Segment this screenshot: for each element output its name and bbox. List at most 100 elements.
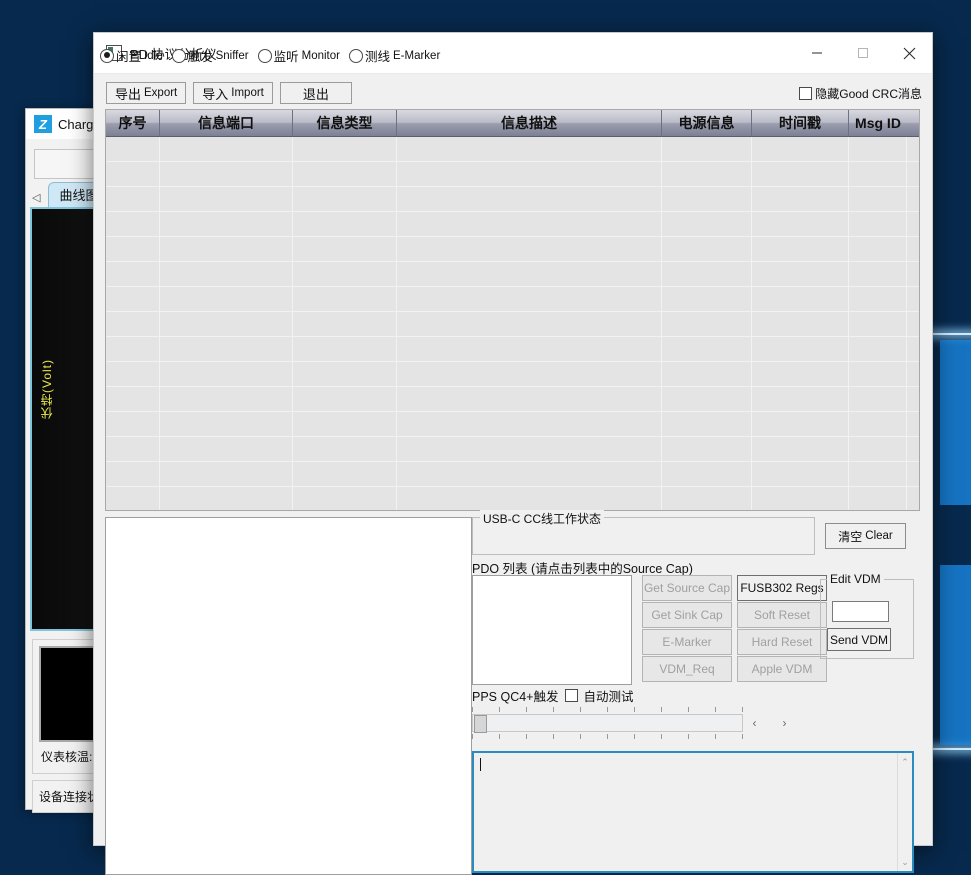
hide-good-crc-checkbox[interactable]: 隐藏Good CRC消息 xyxy=(799,85,922,102)
table-row[interactable] xyxy=(106,212,919,237)
import-button-label-cn: 导入 xyxy=(202,84,228,103)
table-cell-port xyxy=(160,412,293,436)
background-app-title: Charg xyxy=(58,117,93,132)
radio-icon[interactable] xyxy=(100,49,114,63)
table-cell-type xyxy=(293,187,397,211)
table-row[interactable] xyxy=(106,437,919,462)
clear-button-label-en: Clear xyxy=(865,530,892,542)
table-cell-type xyxy=(293,237,397,261)
text-cursor xyxy=(480,758,481,771)
table-cell-desc xyxy=(397,362,662,386)
table-cell-port xyxy=(160,337,293,361)
table-row[interactable] xyxy=(106,237,919,262)
import-button[interactable]: 导入 Import xyxy=(193,82,273,104)
import-button-label-en: Import xyxy=(231,87,264,99)
log-textarea[interactable]: ⌃ ⌄ xyxy=(472,751,914,873)
column-header-seq[interactable]: 序号 xyxy=(106,110,160,136)
cc-option-sniffer[interactable]: 触发Sniffer xyxy=(172,46,249,65)
checkbox-icon[interactable] xyxy=(799,87,812,100)
table-cell-seq xyxy=(106,362,160,386)
table-row[interactable] xyxy=(106,337,919,362)
table-row[interactable] xyxy=(106,312,919,337)
table-cell-pwr xyxy=(662,362,752,386)
cc-option-idle[interactable]: 闲置Idle xyxy=(100,46,163,65)
table-cell-seq xyxy=(106,487,160,511)
table-cell-seq xyxy=(106,237,160,261)
slider-next-button[interactable]: › xyxy=(776,714,793,732)
scroll-up-icon[interactable]: ⌃ xyxy=(898,755,912,769)
exit-button[interactable]: 退出 xyxy=(280,82,352,104)
fusb302-regs-button[interactable]: FUSB302 Regs xyxy=(737,575,827,601)
table-cell-msg xyxy=(849,162,907,186)
table-row[interactable] xyxy=(106,162,919,187)
auto-test-checkbox-icon[interactable] xyxy=(565,689,578,702)
radio-icon[interactable] xyxy=(349,49,363,63)
table-row[interactable] xyxy=(106,287,919,312)
column-header-port[interactable]: 信息端口 xyxy=(160,110,293,136)
pps-voltage-slider[interactable] xyxy=(472,707,743,739)
scroll-down-icon[interactable]: ⌄ xyxy=(898,855,912,869)
table-cell-msg xyxy=(849,287,907,311)
column-header-msg[interactable]: Msg ID xyxy=(849,110,907,136)
slider-tick xyxy=(526,734,527,739)
table-cell-time xyxy=(752,412,849,436)
slider-prev-button[interactable]: ‹ xyxy=(746,714,763,732)
log-scrollbar[interactable]: ⌃ ⌄ xyxy=(897,753,912,871)
column-header-time[interactable]: 时间戳 xyxy=(752,110,849,136)
clear-button[interactable]: 清空 Clear xyxy=(825,523,906,549)
radio-icon[interactable] xyxy=(172,49,186,63)
window-controls xyxy=(794,33,932,73)
table-cell-port xyxy=(160,312,293,336)
slider-tick xyxy=(715,707,716,712)
pd-analyzer-window[interactable]: PD 协议分析仪 导出 Export 导入 Import 退出 隐藏Go xyxy=(93,32,933,846)
table-cell-type xyxy=(293,287,397,311)
message-table[interactable]: 序号信息端口信息类型信息描述电源信息时间戳Msg ID xyxy=(105,109,920,511)
table-cell-msg xyxy=(849,137,907,161)
table-row[interactable] xyxy=(106,487,919,511)
table-row[interactable] xyxy=(106,412,919,437)
table-row[interactable] xyxy=(106,362,919,387)
table-cell-pwr xyxy=(662,387,752,411)
slider-tick xyxy=(661,734,662,739)
pdo-list[interactable] xyxy=(472,575,632,685)
tab-scroll-left-icon[interactable]: ◁ xyxy=(30,191,44,207)
slider-track[interactable] xyxy=(472,714,743,732)
table-body[interactable] xyxy=(106,137,919,511)
table-cell-time xyxy=(752,462,849,486)
close-button[interactable] xyxy=(886,33,932,73)
column-header-desc[interactable]: 信息描述 xyxy=(397,110,662,136)
minimize-button[interactable] xyxy=(794,33,840,73)
cc-status-radio-group[interactable]: 闲置Idle 触发Sniffer 监听Monitor 测线E-Marker xyxy=(100,46,440,65)
radio-icon[interactable] xyxy=(258,49,272,63)
table-cell-pwr xyxy=(662,312,752,336)
cc-option-label-en: Idle xyxy=(144,50,163,62)
send-vdm-button[interactable]: Send VDM xyxy=(827,628,891,651)
table-row[interactable] xyxy=(106,387,919,412)
slider-ticks-bottom xyxy=(472,734,743,739)
table-cell-desc xyxy=(397,487,662,511)
slider-tick xyxy=(607,707,608,712)
table-cell-seq xyxy=(106,212,160,236)
table-cell-pwr xyxy=(662,237,752,261)
slider-tick xyxy=(607,734,608,739)
column-header-type[interactable]: 信息类型 xyxy=(293,110,397,136)
maximize-button[interactable] xyxy=(840,33,886,73)
table-cell-seq xyxy=(106,262,160,286)
table-cell-time xyxy=(752,312,849,336)
slider-thumb[interactable] xyxy=(474,715,487,733)
table-row[interactable] xyxy=(106,137,919,162)
table-row[interactable] xyxy=(106,187,919,212)
cc-option-e-marker[interactable]: 测线E-Marker xyxy=(349,46,440,65)
cc-option-monitor[interactable]: 监听Monitor xyxy=(258,46,340,65)
vdm-input[interactable] xyxy=(832,601,889,622)
detail-panel[interactable] xyxy=(105,517,472,875)
table-cell-seq xyxy=(106,337,160,361)
table-row[interactable] xyxy=(106,262,919,287)
column-header-pwr[interactable]: 电源信息 xyxy=(662,110,752,136)
table-row[interactable] xyxy=(106,462,919,487)
export-button[interactable]: 导出 Export xyxy=(106,82,186,104)
table-cell-desc xyxy=(397,337,662,361)
table-cell-port xyxy=(160,212,293,236)
table-cell-time xyxy=(752,137,849,161)
wallpaper-pane xyxy=(940,340,971,505)
